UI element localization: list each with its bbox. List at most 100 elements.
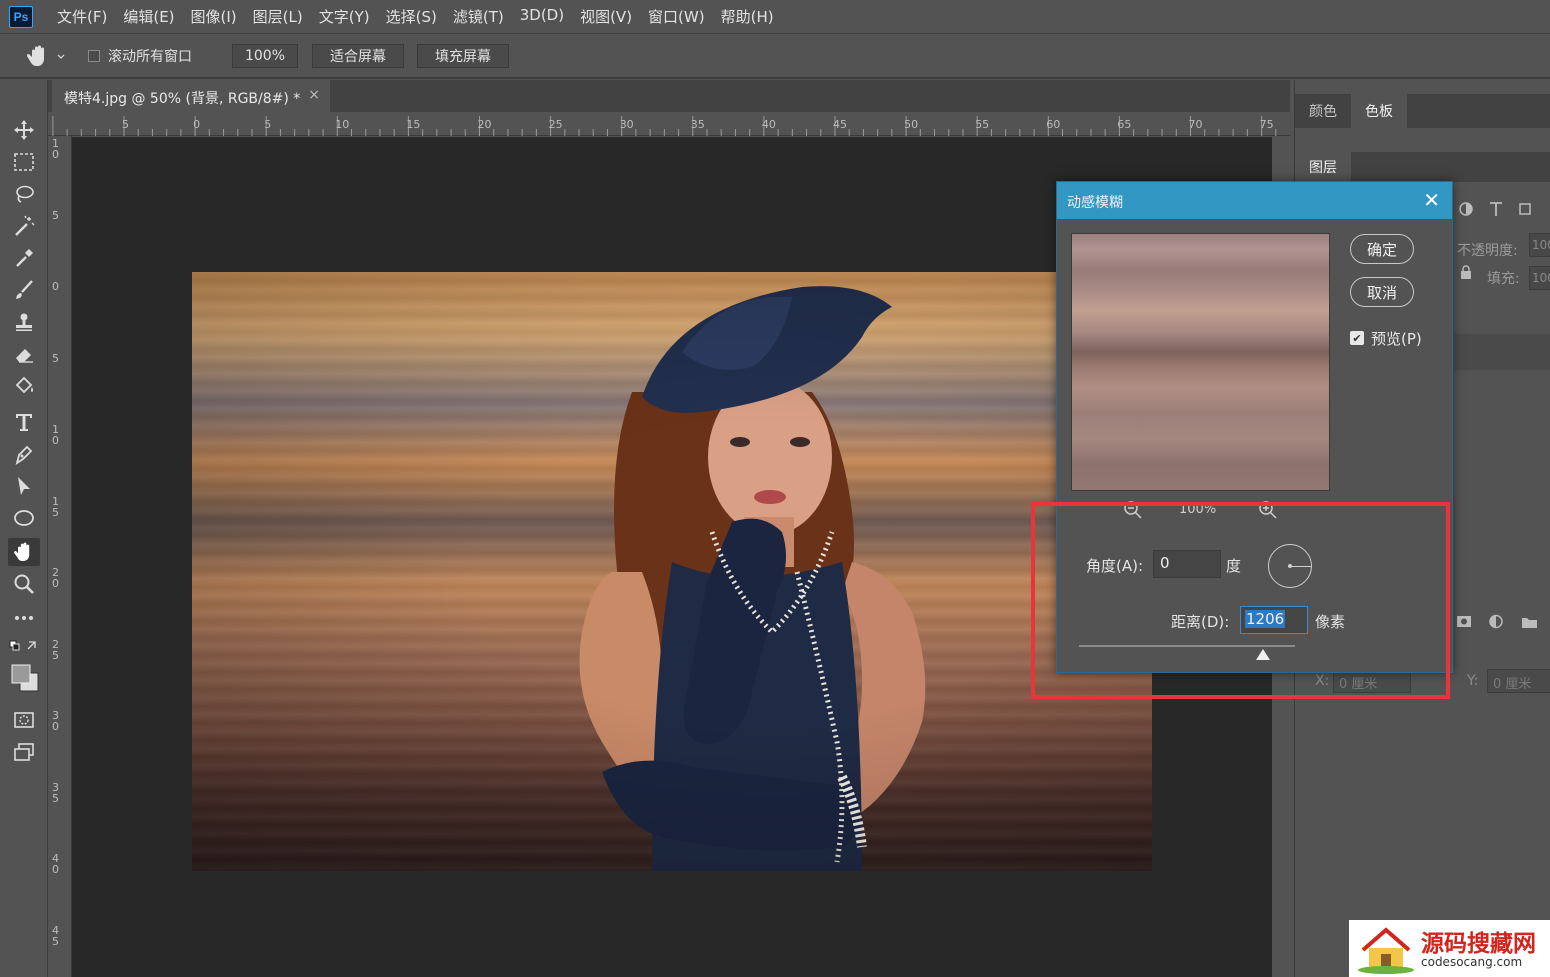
fill-screen-button[interactable]: 填充屏幕 [417,44,509,68]
preview-checkbox[interactable]: ✔ [1350,331,1364,345]
layer-row[interactable] [1455,334,1550,370]
tab-swatches[interactable]: 色板 [1351,94,1407,128]
ruler-top-label: 5 [122,118,129,131]
color-swatches-icon[interactable] [8,660,40,696]
ruler-left-label: 4 0 [52,852,59,876]
lock-icon[interactable] [1459,264,1473,280]
tab-color[interactable]: 颜色 [1295,94,1351,128]
menu-item-6[interactable]: 滤镜(T) [445,6,512,27]
ruler-top-label: 25 [548,118,563,131]
fit-screen-button[interactable]: 适合屏幕 [312,44,404,68]
ruler-top-label: 45 [833,118,847,131]
filter-preview[interactable] [1071,233,1330,491]
ruler-top-label: 50 [904,118,919,131]
fill-label: 填充: [1487,271,1520,287]
ruler-ticks [52,116,1277,136]
document-tab[interactable]: 模特4.jpg @ 50% (背景, RGB/8#) * × [52,80,330,112]
color-swatches-tab-bar: 颜色 色板 [1295,94,1550,128]
watermark-title: 源码搜藏网 [1421,930,1536,956]
quick-mask-icon[interactable] [8,706,40,734]
ruler-left-label: 3 5 [52,780,59,805]
move-tool-icon[interactable] [8,116,40,144]
more-tools-icon[interactable] [8,604,40,632]
swap-colors-icon[interactable] [8,636,40,656]
watermark: 源码搜藏网 codesocang.com [1349,920,1550,977]
ruler-top-label: 35 [690,118,705,131]
document-tab-title: 模特4.jpg @ 50% (背景, RGB/8#) * [64,91,301,107]
document-image[interactable] [192,272,1152,871]
ruler-top-label: 0 [193,118,201,131]
ruler-top-label: 75 [1259,118,1274,131]
lasso-tool-icon[interactable] [8,180,40,208]
layers-tab-bar: 图层 [1295,152,1550,182]
ellipse-tool-icon[interactable] [8,504,40,532]
model-figure [579,286,926,871]
dialog-title-bar[interactable]: 动感模糊 ✕ [1057,182,1452,219]
ruler-top-label: 65 [1117,118,1132,131]
ruler-left-label: 1 0 [52,137,59,161]
menu-item-9[interactable]: 窗口(W) [640,6,713,27]
hand-tool-preset[interactable] [26,43,66,69]
watermark-url: codesocang.com [1421,955,1523,969]
menu-item-5[interactable]: 选择(S) [378,6,445,27]
ruler-left-label: 5 [52,351,59,365]
menu-item-1[interactable]: 编辑(E) [115,6,182,27]
eraser-tool-icon[interactable] [8,340,40,368]
menu-item-2[interactable]: 图像(I) [183,6,245,27]
ok-button[interactable]: 确定 [1350,234,1414,264]
y-label: Y: [1467,673,1479,689]
menu-item-10[interactable]: 帮助(H) [713,6,782,27]
dialog-close-icon[interactable]: ✕ [1423,188,1440,212]
screen-mode-icon[interactable] [8,738,40,766]
cancel-button[interactable]: 取消 [1350,277,1414,307]
fill-input[interactable]: 100 [1529,266,1550,290]
options-bar: 滚动所有窗口 100% 适合屏幕 填充屏幕 [0,35,1550,79]
dialog-title: 动感模糊 [1067,195,1123,211]
ruler-top-label: 40 [761,118,776,131]
photoshop-logo: Ps [9,5,33,28]
paint-bucket-tool-icon[interactable] [8,372,40,400]
ruler-horizontal: 5 0 5 10 15 20 25 30 35 40 45 50 55 60 65 70 75 [48,112,1290,136]
tools-panel [0,80,48,977]
close-document-icon[interactable]: × [308,87,320,103]
ruler-top-label: 15 [406,118,421,131]
type-tool-icon[interactable] [8,408,40,436]
ruler-top-label: 30 [619,118,634,131]
pen-tool-icon[interactable] [8,440,40,468]
menu-item-3[interactable]: 图层(L) [245,6,311,27]
watermark-house-logo [1358,927,1414,974]
menu-item-8[interactable]: 视图(V) [572,6,640,27]
stamp-tool-icon[interactable] [8,308,40,336]
preview-label: 预览(P) [1371,330,1422,348]
ruler-left-label: 2 0 [52,566,59,590]
menu-item-4[interactable]: 文字(Y) [311,6,378,27]
scroll-all-windows-checkbox[interactable] [88,50,100,62]
ruler-left-label: 5 [52,208,59,222]
hand-tool-icon[interactable] [8,538,40,566]
opacity-input[interactable]: 100 [1529,233,1550,257]
path-selection-tool-icon[interactable] [8,472,40,500]
menu-item-7[interactable]: 3D(D) [512,6,572,27]
menu-bar: Ps 文件(F) 编辑(E) 图像(I) 图层(L) 文字(Y) 选择(S) 滤镜(T) 3D… [0,0,1550,34]
ruler-left-label: 2 5 [52,637,59,662]
menu-list: 文件(F) 编辑(E) 图像(I) 图层(L) 文字(Y) 选择(S) 滤镜(T) 3D(D)… [49,6,782,27]
menu-item-0[interactable]: 文件(F) [49,6,115,27]
zoom-tool-icon[interactable] [8,570,40,598]
ruler-left-label: 0 [52,280,59,293]
ruler-top-label: 5 [264,118,272,131]
ruler-top-label: 60 [1046,118,1061,131]
eyedropper-tool-icon[interactable] [8,244,40,272]
zoom-100-button[interactable]: 100% [232,44,298,68]
ruler-left-label: 3 0 [52,709,59,733]
ruler-left-label: 1 0 [52,423,59,447]
marquee-tool-icon[interactable] [8,148,40,176]
opacity-label: 不透明度: [1457,243,1518,259]
magic-wand-tool-icon[interactable] [8,212,40,240]
layer-bottom-icons[interactable] [1455,612,1550,632]
brush-tool-icon[interactable] [8,276,40,304]
ruler-top-label: 20 [477,118,492,131]
tab-layers[interactable]: 图层 [1295,152,1351,182]
annotation-highlight [1031,502,1450,699]
layer-filter-icons[interactable] [1455,200,1550,222]
y-input[interactable]: 0 厘米 [1487,669,1550,693]
